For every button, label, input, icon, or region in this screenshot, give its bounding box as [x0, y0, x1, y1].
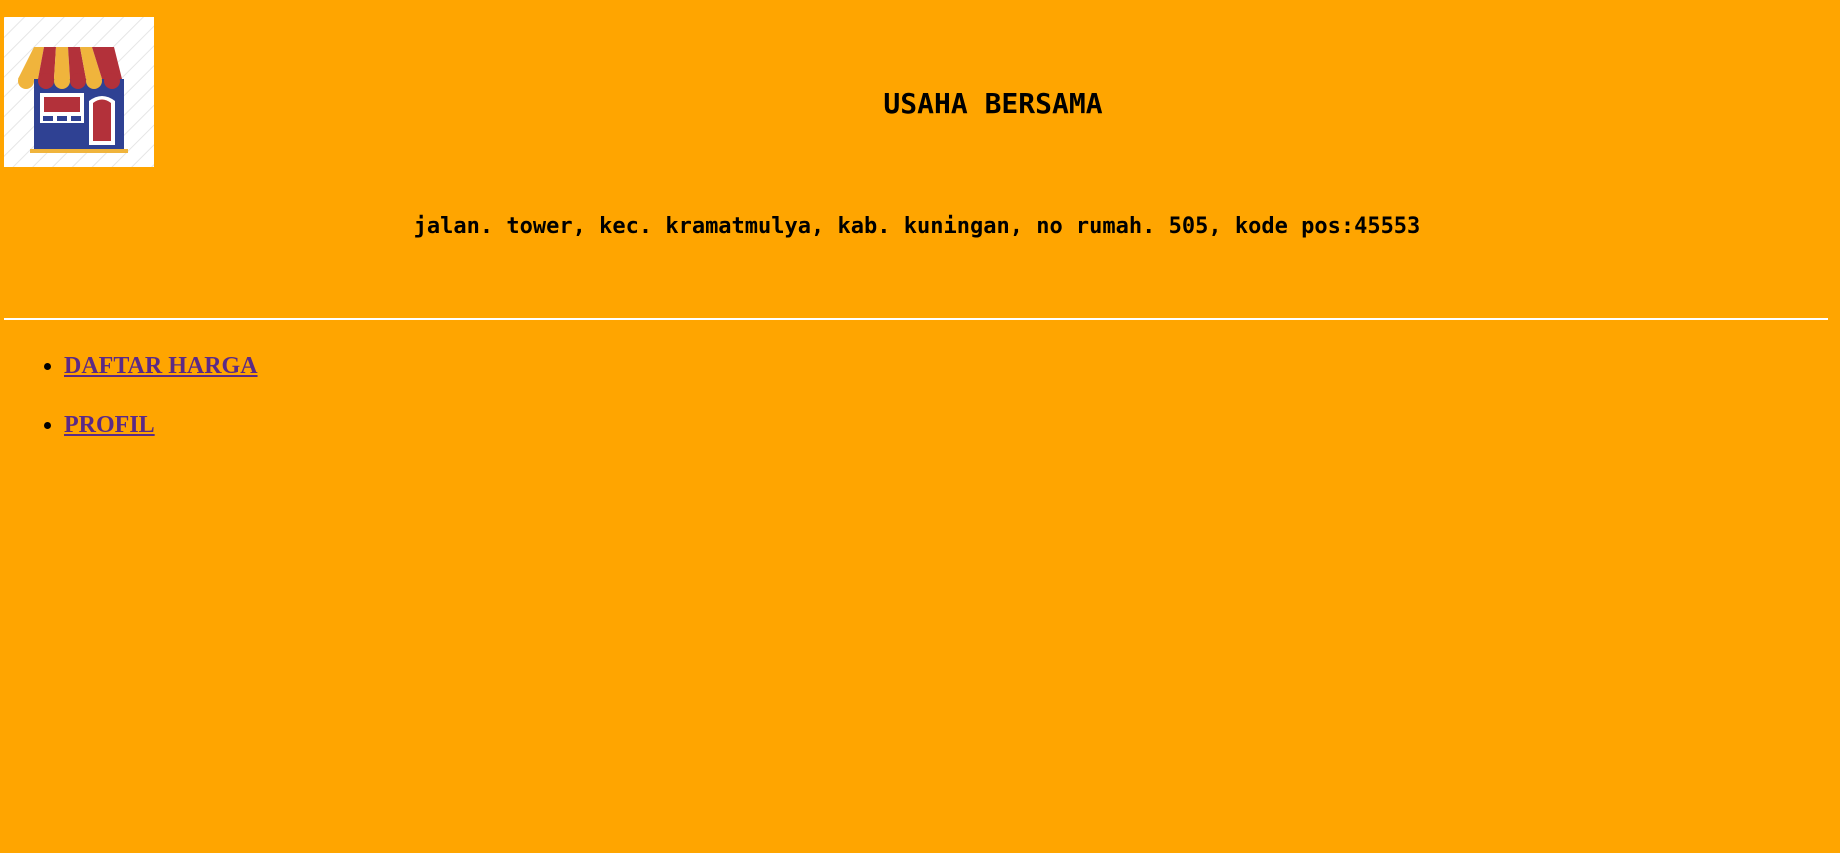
- list-item: DAFTAR HARGA: [64, 348, 258, 407]
- divider: [4, 318, 1828, 320]
- list-item: PROFIL: [64, 407, 258, 466]
- page-title: USAHA BERSAMA: [883, 87, 1103, 120]
- page: USAHA BERSAMA jalan. tower, kec. kramatm…: [0, 0, 1840, 853]
- nav-link-profil[interactable]: PROFIL: [64, 412, 155, 438]
- store-address: jalan. tower, kec. kramatmulya, kab. kun…: [413, 214, 1421, 239]
- nav-list: DAFTAR HARGA PROFIL: [24, 348, 258, 466]
- nav-link-daftar-harga[interactable]: DAFTAR HARGA: [64, 353, 258, 379]
